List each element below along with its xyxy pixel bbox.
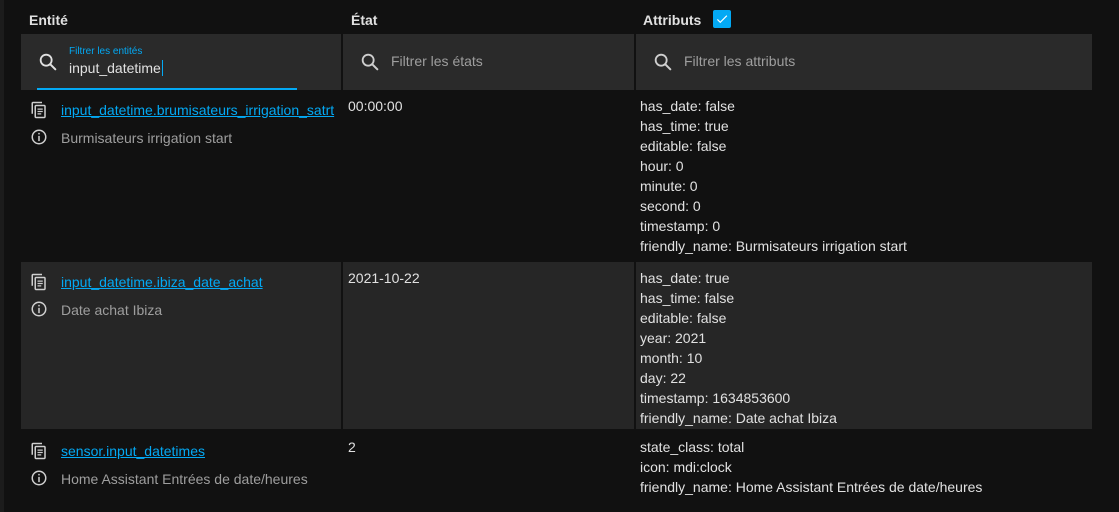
- attribute-item: day: 22: [640, 370, 686, 386]
- column-header-attributes-label: Attributs: [643, 12, 702, 28]
- left-edge: [0, 0, 4, 512]
- entity-friendly-name: Burmisateurs irrigation start: [61, 130, 233, 146]
- entity-cell: input_datetime.brumisateurs_irrigation_s…: [21, 90, 341, 260]
- entity-cell: input_datetime.ibiza_date_achat Date ach…: [21, 262, 341, 429]
- column-header-entity: Entité: [29, 12, 68, 28]
- search-icon: [654, 53, 672, 71]
- entity-friendly-name: Date achat Ibiza: [61, 302, 163, 318]
- state-cell: 2: [343, 431, 634, 512]
- attribute-item: hour: 0: [640, 158, 684, 174]
- column-header-state: État: [351, 12, 378, 28]
- attributes-cell: has_date: true has_time: false editable:…: [636, 262, 1092, 429]
- entity-filter-label: Filtrer les entités: [69, 46, 143, 57]
- state-value: 2021-10-22: [348, 270, 420, 286]
- attribute-item: month: 10: [640, 350, 703, 366]
- attributes-filter-placeholder: Filtrer les attributs: [684, 53, 796, 69]
- attribute-item: year: 2021: [640, 330, 707, 346]
- state-filter-placeholder: Filtrer les états: [391, 53, 483, 69]
- attribute-item: friendly_name: Date achat Ibiza: [640, 410, 837, 426]
- attribute-item: editable: false: [640, 138, 727, 154]
- attribute-item: has_time: false: [640, 290, 735, 306]
- attribute-item: has_date: true: [640, 270, 730, 286]
- clipboard-copy-icon[interactable]: [30, 441, 48, 461]
- attribute-item: has_time: true: [640, 118, 729, 134]
- table-row: input_datetime.brumisateurs_irrigation_s…: [21, 90, 1092, 260]
- attribute-item: timestamp: 0: [640, 218, 721, 234]
- info-circle-icon[interactable]: [30, 300, 48, 318]
- table-row: sensor.input_datetimes Home Assistant En…: [21, 431, 1092, 512]
- entity-friendly-name: Home Assistant Entrées de date/heures: [61, 471, 308, 487]
- state-value: 2: [348, 439, 356, 455]
- attributes-checkbox[interactable]: [713, 10, 732, 28]
- state-cell: 2021-10-22: [343, 262, 634, 429]
- state-value: 00:00:00: [348, 98, 403, 114]
- attribute-item: editable: false: [640, 310, 727, 326]
- clipboard-copy-icon[interactable]: [30, 100, 48, 120]
- developer-tools-states: Entité État Attributs Filtrer les entité…: [0, 0, 1119, 512]
- attribute-list: has_date: true has_time: false editable:…: [640, 268, 837, 428]
- attributes-cell: state_class: total icon: mdi:clock frien…: [636, 431, 1092, 512]
- attribute-list: has_date: false has_time: true editable:…: [640, 96, 907, 256]
- info-circle-icon[interactable]: [30, 128, 48, 146]
- attribute-item: friendly_name: Home Assistant Entrées de…: [640, 479, 983, 495]
- text-caret: [161, 60, 163, 76]
- state-filter-field[interactable]: Filtrer les états: [343, 34, 634, 90]
- attribute-item: second: 0: [640, 198, 701, 214]
- attribute-list: state_class: total icon: mdi:clock frien…: [640, 437, 982, 497]
- attribute-item: timestamp: 1634853600: [640, 390, 791, 406]
- attributes-filter-field[interactable]: Filtrer les attributs: [636, 34, 1092, 90]
- entity-filter-field[interactable]: Filtrer les entités input_datetime: [21, 34, 341, 90]
- info-circle-icon[interactable]: [30, 469, 48, 487]
- attribute-item: friendly_name: Burmisateurs irrigation s…: [640, 238, 907, 254]
- search-icon: [361, 53, 379, 71]
- entity-id-link[interactable]: input_datetime.brumisateurs_irrigation_s…: [61, 102, 334, 118]
- attribute-item: state_class: total: [640, 439, 745, 455]
- state-cell: 00:00:00: [343, 90, 634, 260]
- attribute-item: minute: 0: [640, 178, 698, 194]
- table-row: input_datetime.ibiza_date_achat Date ach…: [21, 262, 1092, 429]
- entity-id-link[interactable]: input_datetime.ibiza_date_achat: [61, 274, 263, 290]
- entity-id-link[interactable]: sensor.input_datetimes: [61, 443, 205, 459]
- entity-cell: sensor.input_datetimes Home Assistant En…: [21, 431, 341, 512]
- checkbox-checked-icon: [717, 15, 728, 24]
- attribute-item: icon: mdi:clock: [640, 459, 732, 475]
- entity-filter-value: input_datetime: [69, 60, 161, 76]
- clipboard-copy-icon[interactable]: [30, 272, 48, 292]
- attribute-item: has_date: false: [640, 98, 735, 114]
- column-header-attributes: Attributs: [643, 10, 732, 28]
- search-icon: [39, 53, 57, 71]
- attributes-cell: has_date: false has_time: true editable:…: [636, 90, 1092, 260]
- entity-filter-input[interactable]: input_datetime: [69, 60, 163, 76]
